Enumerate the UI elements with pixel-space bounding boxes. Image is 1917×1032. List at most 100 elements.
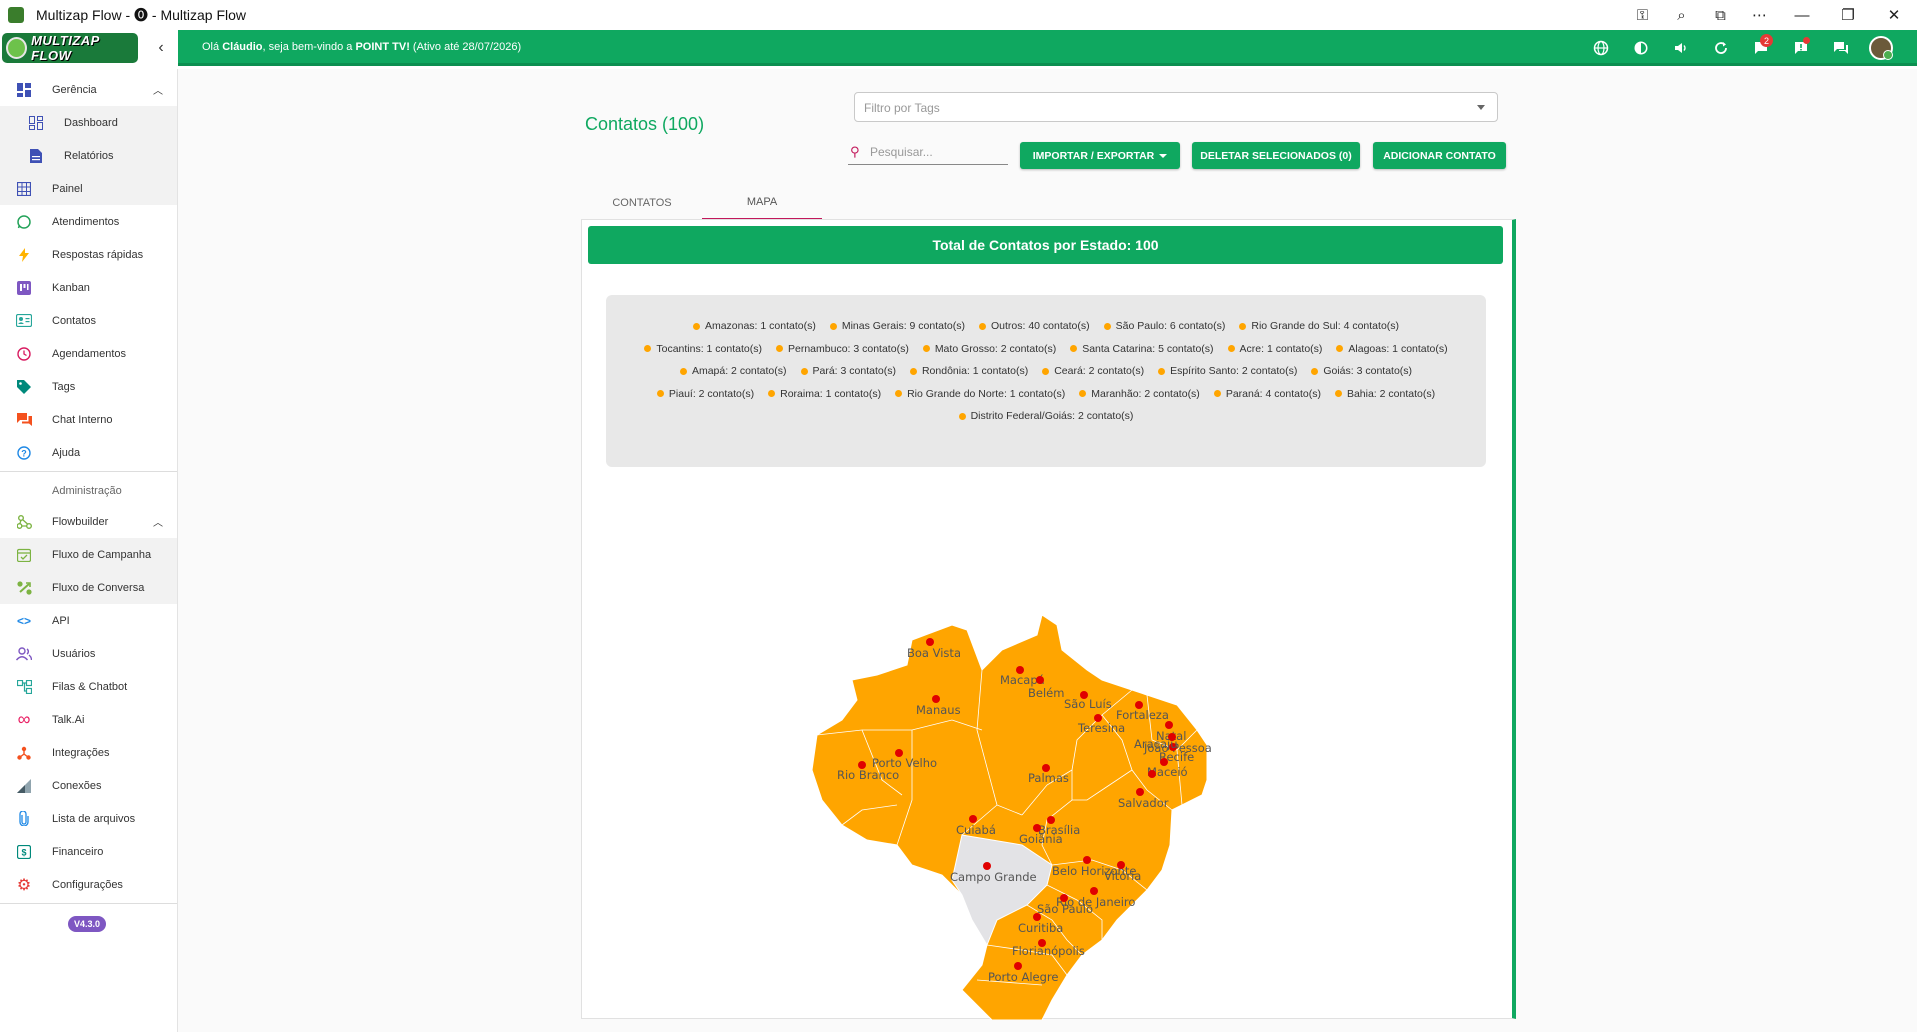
- sidebar-label: Respostas rápidas: [52, 248, 144, 261]
- sidebar-item-usuarios[interactable]: Usuários: [0, 637, 177, 670]
- legend-label: Minas Gerais: 9 contato(s): [841, 320, 965, 333]
- sidebar-label: Filas & Chatbot: [52, 680, 128, 693]
- marker-rio-de-janeiro: [1090, 887, 1098, 895]
- more-icon[interactable]: ⋯: [1740, 0, 1779, 30]
- kanban-icon: [15, 279, 33, 297]
- marker-belo-horizonte: [1083, 856, 1091, 864]
- sidebar-item-configuracoes[interactable]: ⚙ Configurações: [0, 868, 177, 901]
- sidebar-label: Flowbuilder: [52, 515, 109, 528]
- delete-selected-button[interactable]: DELETAR SELECIONADOS (0): [1192, 142, 1360, 169]
- brazil-map[interactable]: Boa Vista Macapá Belém São Luís Fortalez…: [802, 580, 1302, 1020]
- gear-icon: ⚙: [16, 876, 32, 894]
- sidebar-item-flowbuilder[interactable]: Flowbuilder ︿: [0, 505, 177, 538]
- legend-label: Roraima: 1 contato(s): [780, 387, 882, 400]
- restore-button[interactable]: ❐: [1825, 0, 1871, 30]
- refresh-icon[interactable]: [1701, 34, 1741, 62]
- legend-dot-icon: [922, 345, 930, 353]
- sidebar-item-kanban[interactable]: Kanban: [0, 271, 177, 304]
- volume-icon[interactable]: [1661, 34, 1701, 62]
- legend-label: Pará: 3 contato(s): [812, 365, 896, 378]
- legend-dot-icon: [1042, 367, 1050, 375]
- clock-icon: [15, 345, 33, 363]
- logo[interactable]: MULTIZAP FLOW: [2, 33, 138, 63]
- sidebar-item-fluxo-conversa[interactable]: Fluxo de Conversa: [0, 571, 177, 604]
- tag-filter-select[interactable]: Filtro por Tags: [854, 92, 1498, 122]
- main-content: Contatos (100) Filtro por Tags ⚲ IMPORTA…: [178, 69, 1917, 1032]
- legend-item: Alagoas: 1 contato(s): [1336, 338, 1448, 361]
- close-button[interactable]: ✕: [1871, 0, 1917, 30]
- hierarchy-icon: [15, 678, 33, 696]
- sidebar-item-dashboard[interactable]: Dashboard: [0, 106, 177, 139]
- tab-contatos[interactable]: CONTATOS: [582, 185, 702, 220]
- map-panel: Total de Contatos por Estado: 100 Amazon…: [581, 219, 1516, 1020]
- sidebar-item-contatos[interactable]: Contatos: [0, 304, 177, 337]
- sidebar-item-respostas-rapidas[interactable]: Respostas rápidas: [0, 238, 177, 271]
- sidebar-item-relatorios[interactable]: Relatórios: [0, 139, 177, 172]
- legend-label: Rio Grande do Sul: 4 contato(s): [1251, 320, 1400, 333]
- add-contact-button[interactable]: ADICIONAR CONTATO: [1373, 142, 1506, 169]
- panel-title: Total de Contatos por Estado: 100: [588, 226, 1503, 264]
- legend-item: Rio Grande do Norte: 1 contato(s): [895, 383, 1065, 406]
- label-porto-alegre: Porto Alegre: [988, 970, 1058, 984]
- legend-label: Mato Grosso: 2 contato(s): [934, 342, 1057, 355]
- sidebar-item-fluxo-campanha[interactable]: Fluxo de Campanha: [0, 538, 177, 571]
- sidebar-item-atendimentos[interactable]: Atendimentos: [0, 205, 177, 238]
- sidebar-item-financeiro[interactable]: $ Financeiro: [0, 835, 177, 868]
- legend-label: Rondônia: 1 contato(s): [921, 365, 1029, 378]
- collapse-sidebar-button[interactable]: ‹: [146, 30, 176, 66]
- legend-dot-icon: [909, 367, 917, 375]
- legend-item: Ceará: 2 contato(s): [1042, 360, 1144, 383]
- sidebar-item-talkai[interactable]: ∞ Talk.Ai: [0, 703, 177, 736]
- minimize-button[interactable]: —: [1779, 0, 1825, 30]
- import-export-button[interactable]: IMPORTAR / EXPORTAR: [1020, 142, 1180, 169]
- legend-label: Ceará: 2 contato(s): [1054, 365, 1145, 378]
- search-input[interactable]: [870, 143, 1005, 161]
- sidebar-item-lista-arquivos[interactable]: Lista de arquivos: [0, 802, 177, 835]
- sidebar-item-tags[interactable]: Tags: [0, 370, 177, 403]
- sidebar-item-integracoes[interactable]: Integrações: [0, 736, 177, 769]
- sidebar-item-painel[interactable]: Painel: [0, 172, 177, 205]
- legend-item: Tocantins: 1 contato(s): [644, 338, 762, 361]
- svg-text:?: ?: [21, 448, 27, 458]
- sidebar-item-api[interactable]: <> API: [0, 604, 177, 637]
- legend-item: Acre: 1 contato(s): [1227, 338, 1322, 361]
- sidebar-item-gerencia[interactable]: Gerência ︿: [0, 73, 177, 106]
- alerts-icon[interactable]: [1781, 34, 1821, 62]
- sidebar-item-ajuda[interactable]: ? Ajuda: [0, 436, 177, 469]
- sidebar-item-agendamentos[interactable]: Agendamentos: [0, 337, 177, 370]
- help-icon: ?: [15, 444, 33, 462]
- chevron-up-icon: ︿: [153, 518, 163, 529]
- zoom-icon[interactable]: ⌕: [1662, 0, 1701, 30]
- sidebar-label: Agendamentos: [52, 347, 126, 360]
- tag-filter-placeholder: Filtro por Tags: [864, 101, 940, 115]
- label-boa-vista: Boa Vista: [907, 646, 961, 660]
- legend-label: Goiás: 3 contato(s): [1323, 365, 1413, 378]
- tag-icon: [15, 378, 33, 396]
- tab-mapa[interactable]: MAPA: [702, 185, 822, 220]
- theme-toggle-icon[interactable]: [1621, 34, 1661, 62]
- sidebar-section-administracao: Administração: [52, 485, 122, 497]
- chat-badge: 2: [1760, 34, 1773, 47]
- sidebar-item-conexoes[interactable]: Conexões: [0, 769, 177, 802]
- cast-icon[interactable]: ⧉: [1701, 0, 1740, 30]
- legend-item: Distrito Federal/Goiás: 2 contato(s): [958, 405, 1133, 428]
- label-curitiba: Curitiba: [1018, 921, 1063, 935]
- sidebar-label: Tags: [52, 380, 76, 393]
- label-vitoria: Vitória: [1104, 869, 1141, 883]
- user-avatar-button[interactable]: [1861, 34, 1901, 62]
- dropdown-arrow-icon: [1477, 105, 1485, 110]
- messages-icon[interactable]: [1821, 34, 1861, 62]
- legend-label: Bahia: 2 contato(s): [1346, 387, 1436, 400]
- chat-notifications-icon[interactable]: 2: [1741, 34, 1781, 62]
- sidebar-label: Integrações: [52, 746, 110, 759]
- key-icon[interactable]: ⚿: [1623, 0, 1662, 30]
- import-export-label: IMPORTAR / EXPORTAR: [1032, 149, 1155, 162]
- sidebar-item-filas-chatbot[interactable]: Filas & Chatbot: [0, 670, 177, 703]
- language-icon[interactable]: [1581, 34, 1621, 62]
- tabs: CONTATOS MAPA: [582, 185, 822, 220]
- sidebar-item-chat-interno[interactable]: Chat Interno: [0, 403, 177, 436]
- label-teresina: Teresina: [1077, 721, 1125, 735]
- marker-sao-paulo: [1060, 894, 1068, 902]
- report-file-icon: [27, 147, 45, 165]
- search-field[interactable]: ⚲: [848, 141, 1008, 165]
